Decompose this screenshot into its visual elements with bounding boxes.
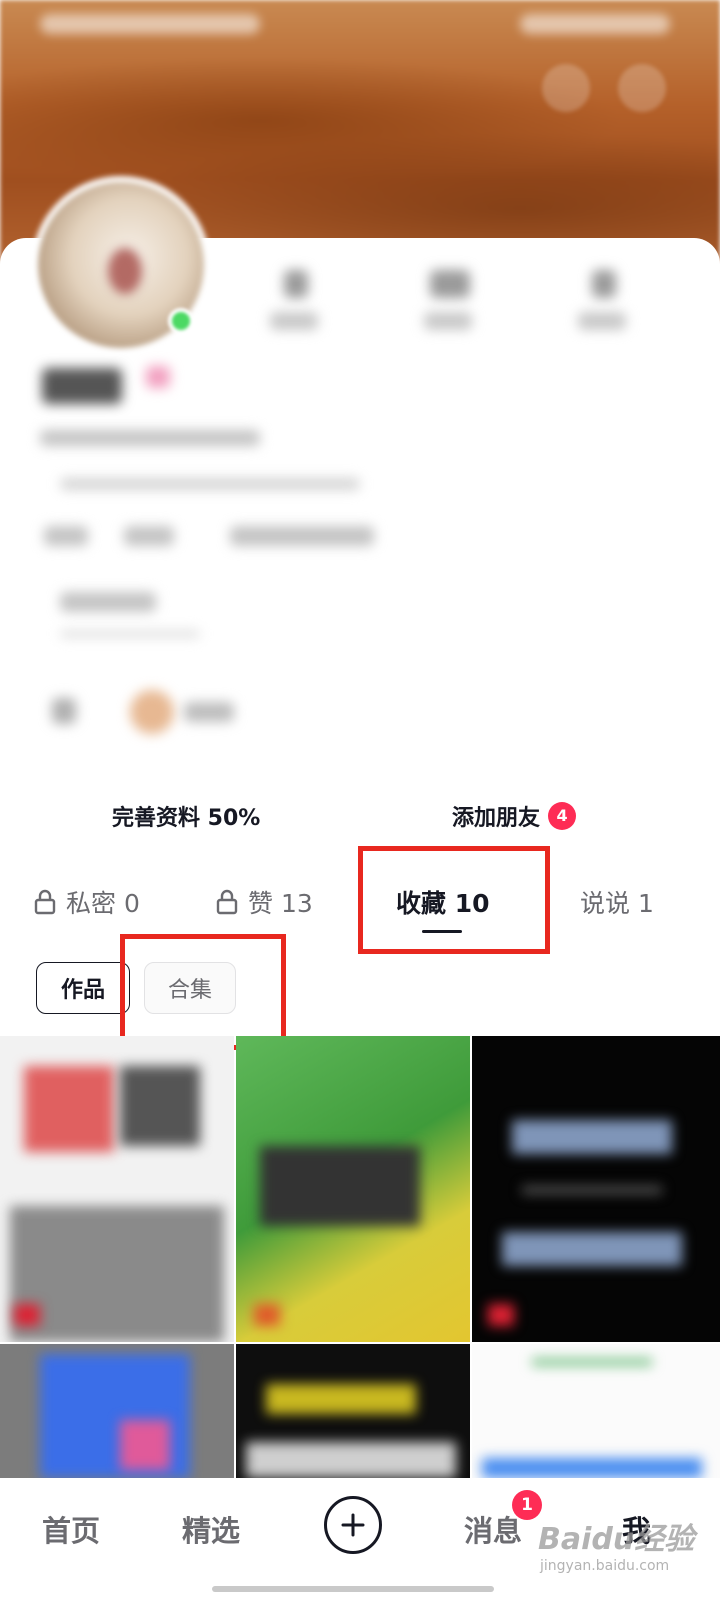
thumb-figure-blurred bbox=[10, 1206, 224, 1342]
nav-featured[interactable]: 精选 bbox=[182, 1508, 240, 1550]
chip-works[interactable]: 作品 bbox=[36, 962, 130, 1014]
chip-works-label: 作品 bbox=[60, 978, 105, 1003]
online-status-dot bbox=[168, 308, 194, 334]
thumb-button-blurred bbox=[482, 1458, 702, 1478]
stat-label-blurred bbox=[424, 312, 472, 330]
status-icons-blurred bbox=[520, 14, 670, 34]
thumb-panel-blurred bbox=[260, 1146, 420, 1226]
complete-profile-label: 完善资料 50% bbox=[112, 806, 261, 831]
more-icon[interactable] bbox=[618, 64, 666, 112]
thumb-heart-blurred bbox=[14, 1304, 40, 1326]
plus-icon bbox=[341, 1513, 365, 1537]
account-id-blurred bbox=[40, 430, 260, 446]
tab-private-label: 私密 0 bbox=[66, 889, 140, 918]
tab-posts-label: 说说 1 bbox=[580, 889, 654, 918]
thumb-text-blurred bbox=[246, 1442, 456, 1478]
tag-blurred bbox=[124, 526, 174, 546]
video-thumbnail[interactable] bbox=[472, 1344, 720, 1478]
stat-value-blurred bbox=[430, 270, 470, 298]
tab-posts[interactable]: 说说 1 bbox=[580, 884, 654, 920]
nickname-blurred bbox=[42, 368, 122, 404]
add-friends-button[interactable]: 添加朋友 4 bbox=[452, 800, 577, 832]
tab-likes-label: 赞 13 bbox=[248, 889, 313, 918]
info-line-blurred bbox=[60, 630, 200, 638]
avatar-detail bbox=[108, 248, 142, 294]
thumb-icon-blurred bbox=[120, 1420, 170, 1470]
thumb-text-blurred bbox=[512, 1120, 672, 1154]
friend-avatar-blurred bbox=[130, 690, 174, 734]
watermark-logo: Baidu经验 bbox=[538, 1522, 695, 1557]
add-friends-badge: 4 bbox=[548, 802, 577, 830]
tab-likes[interactable]: 赞 13 bbox=[216, 884, 313, 920]
nav-home[interactable]: 首页 bbox=[42, 1508, 100, 1550]
add-friends-label: 添加朋友 bbox=[452, 806, 541, 831]
nav-messages[interactable]: 消息 bbox=[464, 1508, 522, 1550]
tag-blurred bbox=[230, 526, 374, 546]
create-button[interactable] bbox=[324, 1496, 382, 1554]
watermark: Baidu经验 jingyan.baidu.com bbox=[538, 1500, 720, 1596]
watermark-url: jingyan.baidu.com bbox=[540, 1558, 670, 1574]
user-icon-blurred bbox=[52, 698, 76, 724]
video-thumbnail[interactable] bbox=[0, 1036, 234, 1342]
video-thumbnail[interactable] bbox=[472, 1036, 720, 1342]
thumb-heart-blurred bbox=[488, 1304, 514, 1326]
thumb-text-blurred bbox=[24, 1066, 114, 1152]
annotation-box-collection bbox=[120, 934, 286, 1050]
stat-label-blurred bbox=[578, 312, 626, 330]
thumb-heart-blurred bbox=[254, 1304, 280, 1326]
tag-blurred bbox=[44, 526, 88, 546]
info-blurred bbox=[60, 592, 156, 612]
stat-value-blurred bbox=[284, 270, 308, 298]
lock-icon bbox=[34, 889, 56, 915]
search-icon[interactable] bbox=[542, 64, 590, 112]
thumb-text-blurred bbox=[266, 1384, 416, 1414]
home-indicator[interactable] bbox=[212, 1586, 494, 1592]
tab-private[interactable]: 私密 0 bbox=[34, 884, 140, 920]
bio-line-blurred bbox=[60, 478, 360, 490]
friend-name-blurred bbox=[184, 702, 234, 722]
stat-value-blurred bbox=[592, 270, 616, 298]
stat-label-blurred bbox=[270, 312, 318, 330]
annotation-box-favorites bbox=[358, 846, 550, 954]
nickname-emoji-blurred bbox=[146, 366, 170, 388]
complete-profile-button[interactable]: 完善资料 50% bbox=[112, 800, 260, 832]
video-thumbnail[interactable] bbox=[0, 1344, 234, 1478]
status-bar-blurred bbox=[40, 14, 260, 34]
thumb-text-blurred bbox=[502, 1232, 682, 1266]
thumb-shape-blurred bbox=[120, 1066, 200, 1146]
thumb-line-blurred bbox=[522, 1186, 662, 1194]
lock-icon bbox=[216, 889, 238, 915]
video-thumbnail[interactable] bbox=[236, 1036, 470, 1342]
thumb-line-blurred bbox=[532, 1358, 652, 1366]
video-thumbnail[interactable] bbox=[236, 1344, 470, 1478]
